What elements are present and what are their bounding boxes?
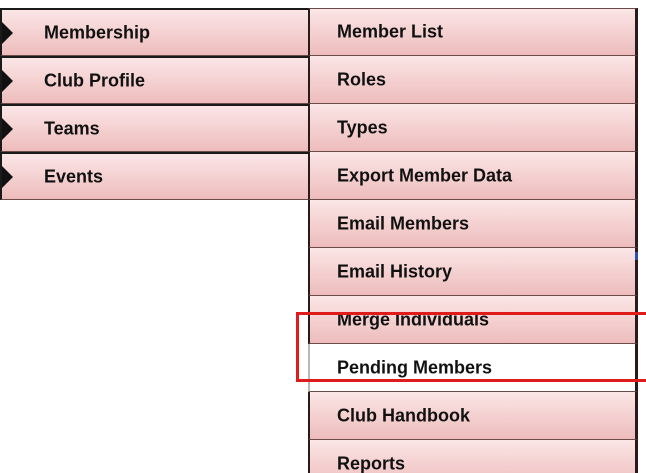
submenu-item-merge-individuals[interactable]: Merge Individuals: [308, 296, 638, 344]
submenu-item-email-members[interactable]: Email Members: [308, 200, 638, 248]
menu-item-label: Membership: [44, 22, 151, 42]
menu-item-label: Club Profile: [44, 70, 146, 90]
arrow-right-icon: [2, 117, 13, 140]
submenu-item-export-member-data[interactable]: Export Member Data: [308, 152, 638, 200]
arrow-right-icon: [2, 165, 13, 188]
submenu-item-label: Pending Members: [337, 357, 493, 377]
submenu-item-member-list[interactable]: Member List: [308, 8, 638, 56]
menu-item-teams[interactable]: Teams: [0, 104, 320, 152]
arrow-right-icon: [2, 69, 13, 92]
submenu-item-label: Club Handbook: [337, 405, 470, 425]
submenu-item-roles[interactable]: Roles: [308, 56, 638, 104]
submenu-item-pending-members[interactable]: Pending Members: [308, 344, 638, 392]
submenu-item-label: Types: [337, 117, 388, 137]
menu-item-club-profile[interactable]: Club Profile: [0, 56, 320, 104]
submenu-item-label: Member List: [337, 21, 444, 42]
submenu-item-label: Export Member Data: [337, 165, 513, 185]
submenu-item-label: Roles: [337, 69, 387, 89]
submenu-item-label: Email History: [337, 261, 453, 281]
submenu-item-email-history[interactable]: Email History: [308, 248, 638, 296]
submenu-item-club-handbook[interactable]: Club Handbook: [308, 392, 638, 440]
page: Membership Club Profile Teams Events Mem…: [0, 0, 646, 473]
submenu-item-reports[interactable]: Reports: [308, 440, 638, 473]
main-menu: Membership Club Profile Teams Events: [0, 8, 320, 200]
submenu-item-label: Email Members: [337, 213, 470, 233]
membership-submenu: Member List Roles Types Export Member Da…: [308, 8, 638, 473]
submenu-item-label: Reports: [337, 453, 406, 473]
submenu-item-types[interactable]: Types: [308, 104, 638, 152]
menu-item-membership[interactable]: Membership: [0, 8, 320, 56]
menu-item-label: Events: [44, 166, 104, 186]
arrow-right-icon: [2, 21, 13, 44]
menu-item-events[interactable]: Events: [0, 152, 320, 200]
submenu-item-label: Merge Individuals: [337, 309, 490, 329]
menu-item-label: Teams: [44, 118, 100, 138]
background-text-fragment: [635, 252, 638, 260]
